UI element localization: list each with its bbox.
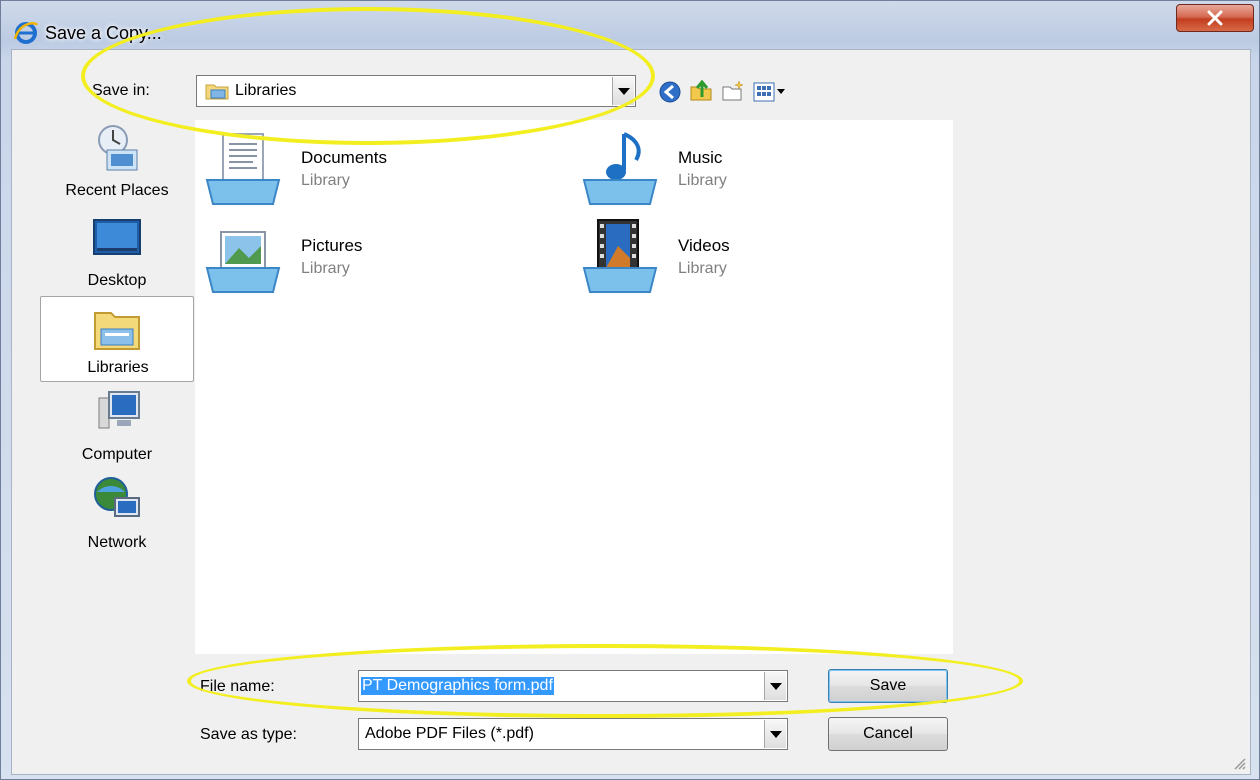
place-computer[interactable]: Computer (40, 384, 194, 470)
library-item-pictures[interactable]: Pictures Library (203, 218, 543, 298)
library-type: Library (301, 172, 350, 189)
save-in-label: Save in: (92, 82, 150, 99)
place-label: Computer (81, 446, 153, 463)
place-libraries[interactable]: Libraries (40, 296, 194, 382)
save-as-type-value: Adobe PDF Files (*.pdf) (365, 725, 534, 742)
library-item-videos[interactable]: Videos Library (580, 218, 920, 298)
library-name: Documents (301, 148, 387, 167)
pictures-library-icon (205, 231, 281, 293)
place-label: Libraries (87, 359, 149, 376)
chevron-down-icon (769, 682, 782, 690)
library-name: Pictures (301, 236, 363, 255)
library-name: Videos (678, 236, 730, 255)
save-in-value: Libraries (235, 82, 297, 99)
library-type: Library (678, 172, 727, 189)
network-icon (94, 477, 140, 517)
videos-library-icon (582, 219, 658, 293)
save-a-copy-dialog: Save a Copy... Save in: Libraries Recent… (0, 0, 1260, 780)
save-in-dropdown[interactable]: Libraries (196, 75, 636, 107)
file-name-label: File name: (200, 678, 275, 695)
up-one-level-icon[interactable] (688, 77, 714, 103)
back-icon[interactable] (657, 79, 683, 105)
file-name-input[interactable]: PT Demographics form.pdf (358, 670, 788, 702)
recent-places-icon (98, 125, 138, 171)
window-title: Save a Copy... (45, 23, 162, 43)
file-name-value: PT Demographics form.pdf (361, 677, 554, 695)
new-folder-icon[interactable] (720, 79, 746, 105)
place-label: Network (87, 534, 147, 551)
close-icon (1207, 10, 1223, 26)
cancel-button[interactable]: Cancel (828, 717, 948, 751)
place-network[interactable]: Network (40, 472, 194, 558)
places-bar: Recent Places Desktop Libraries Computer… (40, 120, 194, 620)
place-label: Recent Places (65, 182, 169, 199)
library-item-documents[interactable]: Documents Library (203, 130, 543, 210)
library-type: Library (678, 260, 727, 277)
libraries-icon (94, 312, 140, 350)
file-name-dropdown-arrow[interactable] (764, 672, 786, 700)
place-recent-places[interactable]: Recent Places (40, 120, 194, 206)
save-as-type-label: Save as type: (200, 726, 297, 743)
save-button[interactable]: Save (828, 669, 948, 703)
library-item-music[interactable]: Music Library (580, 130, 920, 210)
music-library-icon (582, 132, 658, 205)
desktop-icon (93, 219, 141, 255)
save-as-type-dropdown-arrow[interactable] (764, 720, 786, 748)
place-label: Desktop (87, 272, 147, 289)
resize-grip-icon[interactable] (1232, 756, 1246, 770)
chevron-down-icon (617, 87, 630, 95)
close-button[interactable] (1176, 4, 1254, 32)
library-name: Music (678, 148, 723, 167)
library-type: Library (301, 260, 350, 277)
file-list-area[interactable]: Documents Library Music Library Pictures… (195, 120, 953, 654)
save-in-dropdown-arrow[interactable] (612, 77, 634, 105)
view-menu-icon[interactable] (752, 79, 788, 105)
documents-library-icon (205, 133, 281, 205)
place-desktop[interactable]: Desktop (40, 210, 194, 296)
libraries-folder-icon (205, 84, 229, 100)
save-as-type-dropdown[interactable]: Adobe PDF Files (*.pdf) (358, 718, 788, 750)
dialog-client-area: Save in: Libraries Recent Places Desktop… (11, 49, 1251, 775)
chevron-down-icon (769, 730, 782, 738)
title-bar[interactable]: Save a Copy... (1, 1, 1259, 47)
computer-icon (98, 391, 140, 429)
internet-explorer-icon (13, 22, 39, 44)
